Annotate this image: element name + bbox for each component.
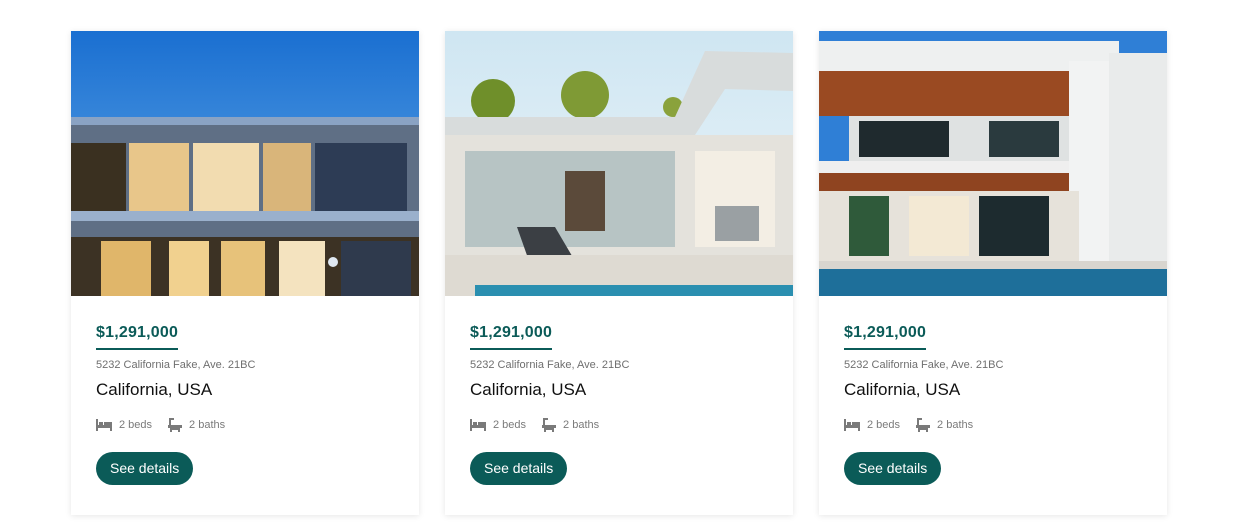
beds-label: 2 beds xyxy=(867,419,901,431)
bathtub-icon xyxy=(542,418,557,432)
bathtub-icon xyxy=(916,418,931,432)
listing-card: $1,291,000 5232 California Fake, Ave. 21… xyxy=(71,31,419,515)
listing-card: $1,291,000 5232 California Fake, Ave. 21… xyxy=(819,31,1167,515)
price: $1,291,000 xyxy=(96,324,179,350)
baths-info: 2 baths xyxy=(916,418,973,432)
baths-label: 2 baths xyxy=(563,419,600,431)
location-title: California, USA xyxy=(96,380,213,399)
baths-label: 2 baths xyxy=(189,419,226,431)
address: 5232 California Fake, Ave. 21BC xyxy=(844,359,1004,371)
baths-info: 2 baths xyxy=(542,418,599,432)
see-details-button[interactable]: See details xyxy=(470,452,568,485)
beds-info: 2 beds xyxy=(844,419,900,431)
listing-photo[interactable] xyxy=(819,31,1167,296)
amenities: 2 beds 2 baths xyxy=(844,418,1142,432)
listing-grid: $1,291,000 5232 California Fake, Ave. 21… xyxy=(71,31,1167,515)
see-details-button[interactable]: See details xyxy=(96,452,194,485)
price: $1,291,000 xyxy=(844,324,927,350)
listing-photo[interactable] xyxy=(445,31,793,296)
baths-info: 2 baths xyxy=(168,418,225,432)
address: 5232 California Fake, Ave. 21BC xyxy=(470,359,630,371)
amenities: 2 beds 2 baths xyxy=(96,418,394,432)
beds-label: 2 beds xyxy=(493,419,527,431)
beds-info: 2 beds xyxy=(470,419,526,431)
bed-icon xyxy=(96,419,112,431)
location-title: California, USA xyxy=(470,380,587,399)
baths-label: 2 baths xyxy=(937,419,974,431)
address: 5232 California Fake, Ave. 21BC xyxy=(96,359,256,371)
see-details-button[interactable]: See details xyxy=(844,452,942,485)
bed-icon xyxy=(844,419,860,431)
listing-card: $1,291,000 5232 California Fake, Ave. 21… xyxy=(445,31,793,515)
location-title: California, USA xyxy=(844,380,961,399)
bathtub-icon xyxy=(168,418,183,432)
bed-icon xyxy=(470,419,486,431)
beds-info: 2 beds xyxy=(96,419,152,431)
beds-label: 2 beds xyxy=(119,419,153,431)
amenities: 2 beds 2 baths xyxy=(470,418,768,432)
listing-photo[interactable] xyxy=(71,31,419,296)
price: $1,291,000 xyxy=(470,324,553,350)
